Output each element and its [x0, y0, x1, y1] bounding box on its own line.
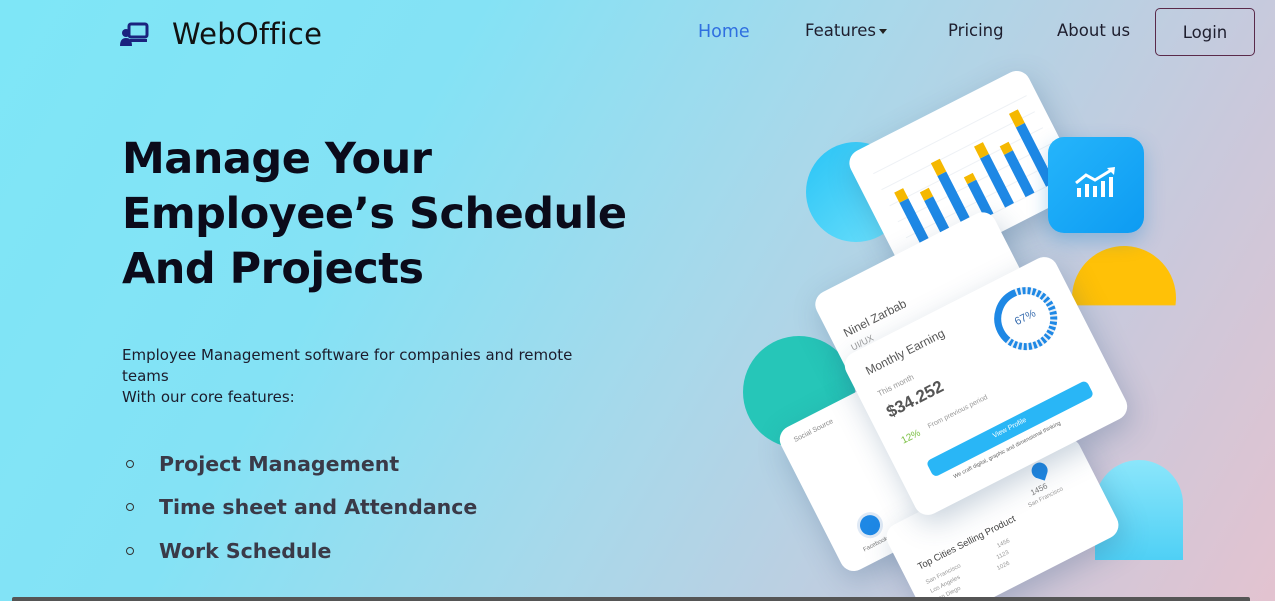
bullet-icon: [126, 546, 134, 555]
earning-gauge: 67%: [980, 273, 1071, 364]
feature-item: Time sheet and Attendance: [122, 486, 477, 530]
location-pin-icon: [1029, 460, 1050, 481]
brand-name: WebOffice: [172, 17, 323, 51]
feature-list: Project Management Time sheet and Attend…: [122, 442, 477, 573]
hero-title-line: Employee’s Schedule: [122, 189, 627, 239]
navbar: WebOffice Home Features Pricing About us…: [0, 0, 1275, 62]
hero-desc-line: teams: [122, 367, 169, 385]
bar: [1003, 150, 1035, 198]
hero-title-line: Manage Your: [122, 134, 432, 184]
stats-tile: [1048, 137, 1144, 233]
feature-item: Project Management: [122, 442, 477, 486]
feature-label: Work Schedule: [159, 538, 332, 563]
nav-features[interactable]: Features: [805, 21, 887, 40]
hero-title-line: And Projects: [122, 244, 424, 294]
feature-label: Time sheet and Attendance: [159, 495, 478, 520]
nav-pricing[interactable]: Pricing: [948, 21, 1004, 40]
city-row-value: 1026: [996, 560, 1011, 573]
social-item-label: Facebook: [862, 536, 889, 554]
social-source-title: Social Source: [792, 418, 835, 444]
presentation-icon: [120, 20, 150, 48]
nav-home[interactable]: Home: [698, 22, 750, 42]
feature-item: Work Schedule: [122, 529, 477, 573]
caret-down-icon: [878, 29, 887, 34]
trending-up-icon: [1073, 166, 1119, 205]
hero-desc-line: Employee Management software for compani…: [122, 346, 573, 364]
horizontal-scrollbar[interactable]: [12, 597, 1250, 601]
hero-title: Manage Your Employee’s Schedule And Proj…: [122, 132, 642, 297]
login-button[interactable]: Login: [1155, 8, 1255, 56]
hero-illustration: Ninel Zarbab UI/UX Social Source Faceboo…: [740, 66, 1191, 601]
bullet-icon: [126, 503, 134, 512]
nav-features-label: Features: [805, 21, 876, 40]
feature-label: Project Management: [159, 451, 400, 476]
earning-change: 12%: [899, 427, 923, 447]
grid-line: [873, 95, 1027, 175]
hero-description: Employee Management software for compani…: [122, 345, 622, 408]
nav-about[interactable]: About us: [1057, 21, 1130, 40]
brand-logo[interactable]: WebOffice: [120, 17, 322, 51]
bullet-icon: [126, 459, 134, 468]
hero-desc-line: With our core features:: [122, 388, 295, 406]
